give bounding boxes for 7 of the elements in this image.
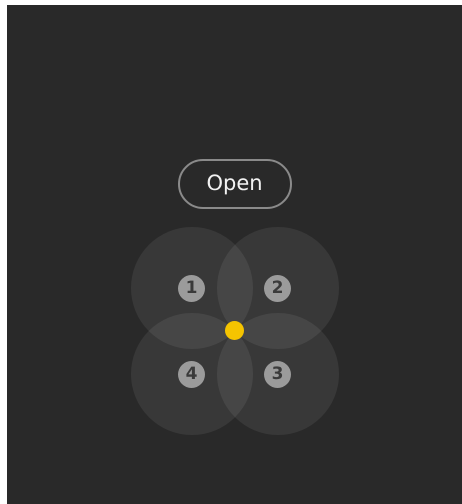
zone-number: 4 <box>178 360 205 388</box>
position-dot-icon <box>224 321 244 340</box>
open-button[interactable]: Open <box>178 159 292 209</box>
zone-number: 2 <box>264 274 291 302</box>
zone-number: 1 <box>178 274 205 302</box>
zone-circle[interactable]: 3 <box>216 313 338 435</box>
zone-number: 3 <box>264 360 291 388</box>
